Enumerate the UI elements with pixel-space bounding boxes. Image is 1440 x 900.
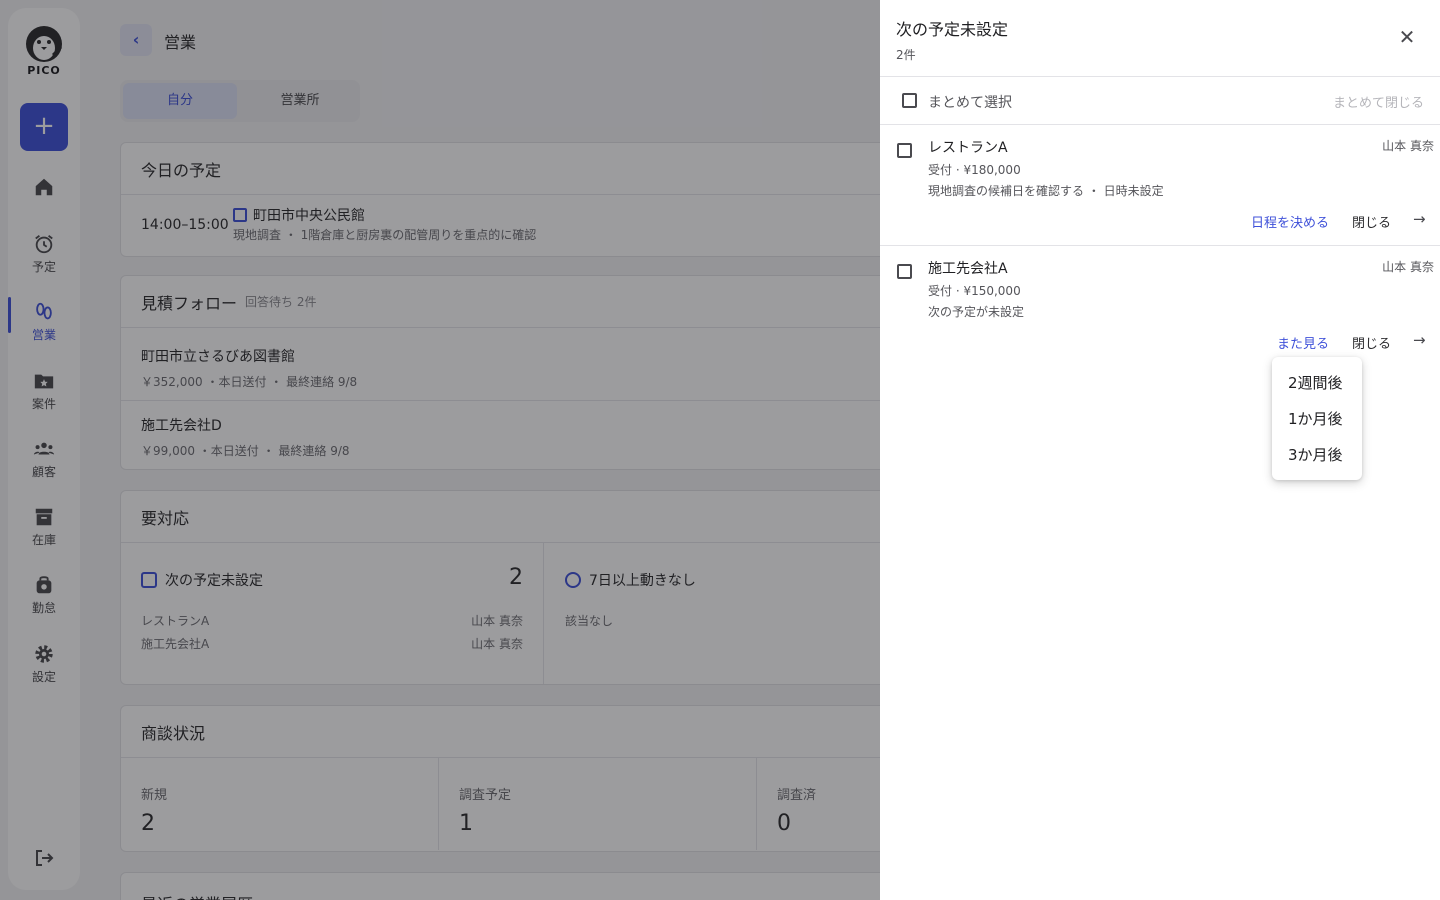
item-status: 受付 · ¥180,000	[928, 163, 1021, 177]
drawer-title: 次の予定未設定	[896, 20, 1009, 39]
close-icon[interactable]: ✕	[1395, 26, 1419, 50]
schedule-button[interactable]: 日程を決める	[1251, 212, 1329, 231]
arrow-right-icon[interactable]: →	[1413, 331, 1426, 349]
divider	[880, 124, 1440, 125]
menu-item-3-months[interactable]: 3か月後	[1272, 441, 1362, 477]
item-name: レストランA	[928, 140, 1008, 156]
item-name: 施工先会社A	[928, 261, 1008, 277]
divider	[880, 245, 1440, 246]
snooze-menu: 2週間後 1か月後 3か月後	[1272, 357, 1362, 480]
snooze-button[interactable]: また見る	[1277, 333, 1329, 352]
item-checkbox[interactable]	[897, 264, 912, 279]
item-owner: 山本 真奈	[1382, 139, 1434, 153]
bulk-close-button[interactable]: まとめて閉じる	[1333, 92, 1424, 111]
modal-backdrop[interactable]	[0, 0, 880, 900]
menu-item-1-month[interactable]: 1か月後	[1272, 405, 1362, 441]
item-checkbox[interactable]	[897, 143, 912, 158]
item-status: 受付 · ¥150,000	[928, 284, 1021, 298]
select-all-label: まとめて選択	[928, 95, 1012, 111]
select-all-checkbox[interactable]	[902, 93, 917, 108]
arrow-right-icon[interactable]: →	[1413, 210, 1426, 228]
item-owner: 山本 真奈	[1382, 260, 1434, 274]
close-item-button[interactable]: 閉じる	[1352, 212, 1391, 231]
close-item-button[interactable]: 閉じる	[1352, 333, 1391, 352]
item-next-step: 現地調査の候補日を確認する ・ 日時未設定	[928, 184, 1164, 198]
divider	[880, 76, 1440, 77]
drawer-count: 2件	[896, 48, 916, 62]
menu-item-2-weeks[interactable]: 2週間後	[1272, 369, 1362, 405]
item-next-step: 次の予定が未設定	[928, 305, 1025, 319]
